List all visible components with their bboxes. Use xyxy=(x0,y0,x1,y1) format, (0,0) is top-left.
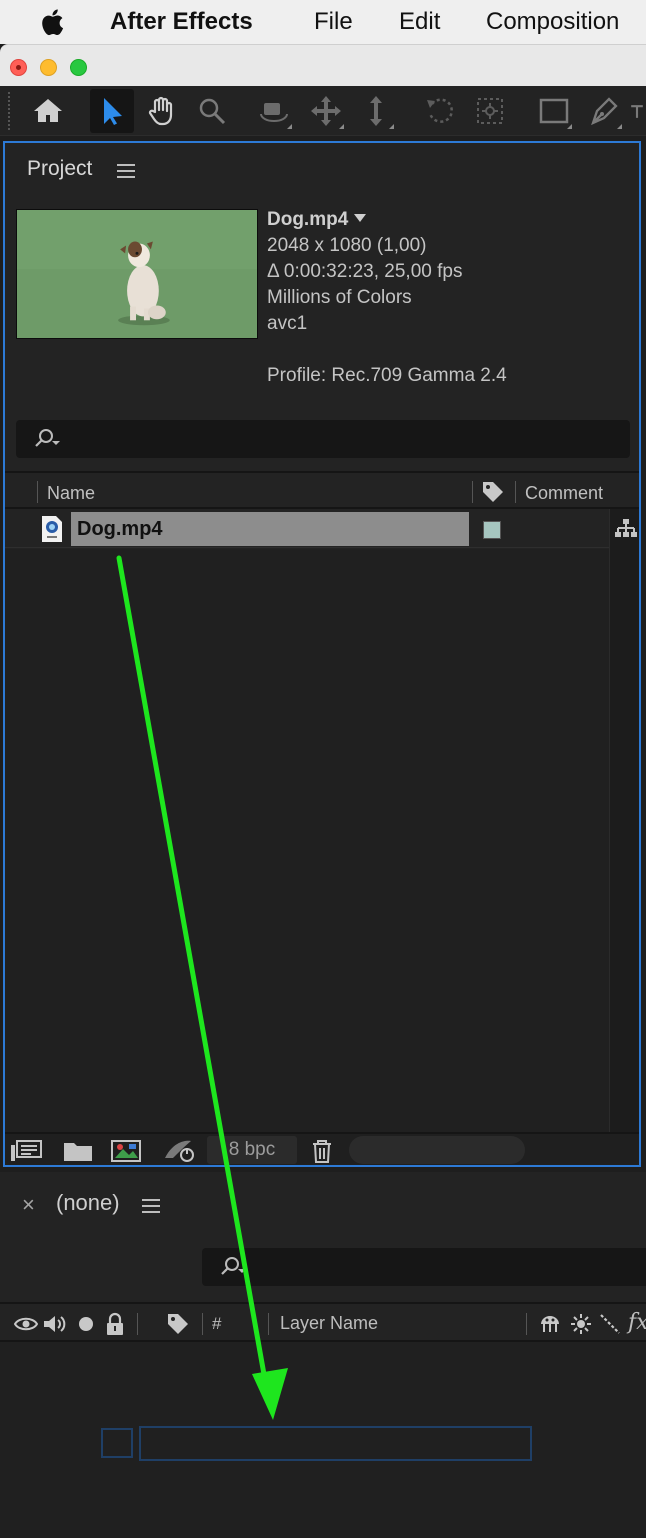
timeline-panel-menu-icon[interactable] xyxy=(142,1199,160,1213)
home-icon[interactable] xyxy=(26,89,70,133)
dolly-camera-icon[interactable] xyxy=(354,89,398,133)
footage-thumbnail xyxy=(16,209,258,339)
search-icon xyxy=(221,1257,246,1275)
render-queue-icon[interactable] xyxy=(163,1138,197,1164)
menu-bar: After Effects File Edit Composition xyxy=(0,0,646,44)
column-comment[interactable]: Comment xyxy=(525,483,603,504)
anchor-point-icon[interactable] xyxy=(468,89,512,133)
window-titlebar xyxy=(0,44,646,86)
project-item-list[interactable] xyxy=(5,549,609,1132)
footage-colors: Millions of Colors xyxy=(267,287,412,308)
project-panel: Project Dog.mp4 2048 x 1080 (1,00) Δ 0:0… xyxy=(3,141,641,1167)
project-item-row[interactable]: Dog.mp4 xyxy=(5,510,609,548)
column-name[interactable]: Name xyxy=(47,483,95,504)
trash-icon[interactable] xyxy=(305,1138,339,1164)
toolbar-grip[interactable] xyxy=(8,92,12,130)
label-tag-icon[interactable] xyxy=(166,1312,190,1336)
menu-edit[interactable]: Edit xyxy=(399,7,440,37)
zoom-tool-icon[interactable] xyxy=(190,89,234,133)
project-item-label[interactable] xyxy=(483,521,501,539)
project-flowchart-strip xyxy=(609,509,639,1132)
timeline-panel: × (none) # Layer Name f xyxy=(0,1172,646,1538)
pen-tool-icon[interactable] xyxy=(582,89,626,133)
zoom-window-button[interactable] xyxy=(70,59,87,76)
menu-file[interactable]: File xyxy=(314,7,353,37)
shy-icon[interactable] xyxy=(538,1312,562,1336)
project-item-name[interactable]: Dog.mp4 xyxy=(71,512,469,546)
project-search-input[interactable] xyxy=(16,420,630,458)
type-tool-icon[interactable] xyxy=(628,89,646,133)
timeline-close-button[interactable]: × xyxy=(22,1192,35,1218)
footage-file-icon xyxy=(42,516,62,542)
new-composition-icon[interactable] xyxy=(109,1138,143,1164)
audio-icon[interactable] xyxy=(42,1312,66,1336)
tools-bar xyxy=(0,86,646,136)
lock-icon[interactable] xyxy=(103,1312,127,1336)
rectangle-tool-icon[interactable] xyxy=(532,89,576,133)
orbit-camera-icon[interactable] xyxy=(252,89,296,133)
close-window-button[interactable] xyxy=(10,59,27,76)
effects-column-icon[interactable]: fx xyxy=(628,1310,646,1335)
column-layer-name[interactable]: Layer Name xyxy=(280,1313,378,1334)
footage-profile: Profile: Rec.709 Gamma 2.4 xyxy=(267,365,507,386)
menu-app-name[interactable]: After Effects xyxy=(110,7,253,37)
column-layer-number[interactable]: # xyxy=(212,1314,221,1334)
flowchart-icon[interactable] xyxy=(614,517,638,541)
project-column-header: Name Comment xyxy=(5,471,639,509)
bit-depth-button[interactable]: 8 bpc xyxy=(207,1136,297,1164)
footage-dimensions: 2048 x 1080 (1,00) xyxy=(267,235,427,256)
project-panel-title[interactable]: Project xyxy=(27,157,92,181)
timeline-column-header: # Layer Name fx xyxy=(0,1302,646,1342)
project-footer: 8 bpc xyxy=(5,1132,639,1165)
project-panel-menu-icon[interactable] xyxy=(117,164,135,178)
interpret-footage-icon[interactable] xyxy=(9,1138,43,1164)
quality-icon[interactable] xyxy=(598,1312,622,1336)
collapse-transform-icon[interactable] xyxy=(569,1312,593,1336)
minimize-window-button[interactable] xyxy=(40,59,57,76)
solo-icon[interactable] xyxy=(74,1312,98,1336)
rotation-tool-icon[interactable] xyxy=(418,89,462,133)
layer-drop-indicator-name xyxy=(139,1426,532,1461)
menu-composition[interactable]: Composition xyxy=(486,7,619,37)
project-horizontal-scrollbar[interactable] xyxy=(349,1136,525,1164)
hand-tool-icon[interactable] xyxy=(140,89,184,133)
timeline-title[interactable]: (none) xyxy=(56,1190,120,1216)
footage-name: Dog.mp4 xyxy=(267,209,349,230)
pan-camera-icon[interactable] xyxy=(304,89,348,133)
search-icon xyxy=(35,429,60,447)
new-folder-icon[interactable] xyxy=(61,1138,95,1164)
eye-icon[interactable] xyxy=(14,1312,38,1336)
footage-dropdown-icon[interactable] xyxy=(354,214,367,222)
timeline-search-input[interactable] xyxy=(202,1248,646,1286)
footage-duration: Δ 0:00:32:23, 25,00 fps xyxy=(267,261,463,282)
apple-icon[interactable] xyxy=(40,6,68,38)
footage-codec: avc1 xyxy=(267,313,308,334)
footage-info: Dog.mp4 2048 x 1080 (1,00) Δ 0:00:32:23,… xyxy=(267,207,507,386)
selection-tool-icon[interactable] xyxy=(90,89,134,133)
label-tag-icon[interactable] xyxy=(480,479,506,505)
layer-drop-indicator-label xyxy=(101,1428,133,1458)
